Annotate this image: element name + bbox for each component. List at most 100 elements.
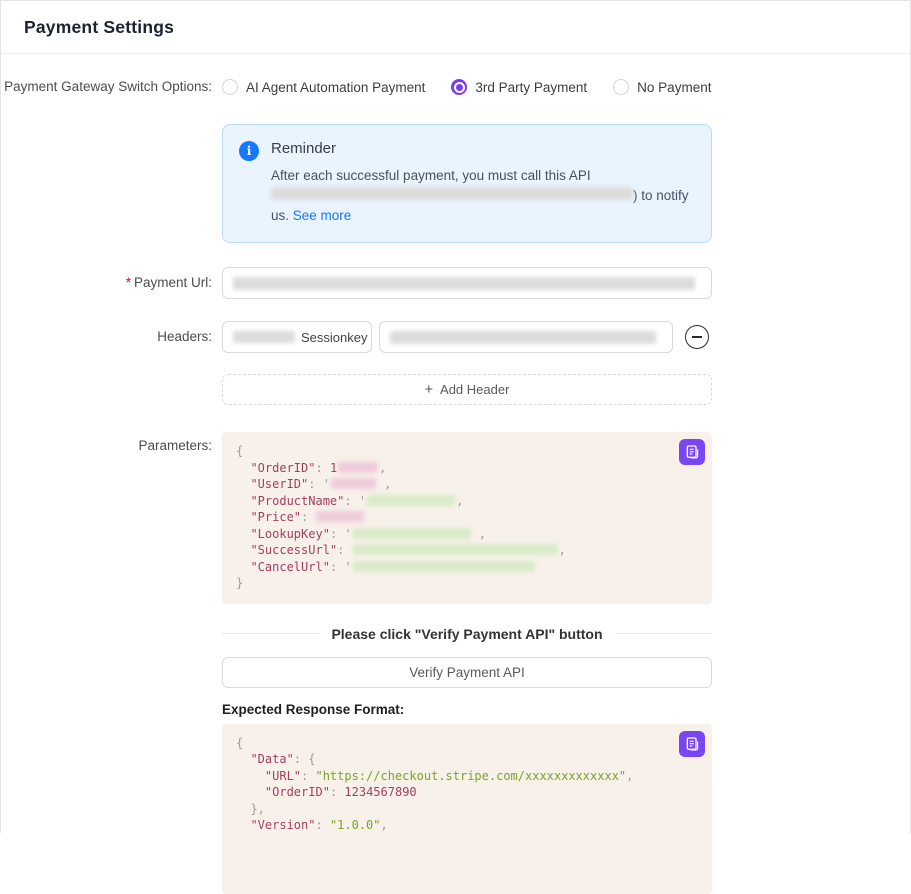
payment-settings-page: Payment Settings Payment Gateway Switch … xyxy=(0,0,911,833)
code-segment: , xyxy=(379,461,386,475)
code-segment: "https://checkout.stripe.com/xxxxxxxxxxx… xyxy=(315,769,626,783)
header-key-input[interactable]: Sessionkey xyxy=(222,321,372,353)
code-segment xyxy=(236,494,250,508)
redacted-api-url xyxy=(271,187,633,200)
code-segment xyxy=(236,818,250,832)
copy-parameters-button[interactable] xyxy=(679,439,705,465)
code-line: "UserID": ' , xyxy=(236,476,698,493)
code-segment: : xyxy=(315,461,329,475)
code-line: { xyxy=(236,735,698,752)
code-segment: "URL" xyxy=(265,769,301,783)
radio-option-1[interactable]: 3rd Party Payment xyxy=(451,79,587,95)
code-line: "CancelUrl": ' xyxy=(236,559,698,576)
code-line: "Data": { xyxy=(236,751,698,768)
code-segment xyxy=(236,527,250,541)
redacted-payment-url xyxy=(233,277,695,290)
gateway-switch-row: Payment Gateway Switch Options: AI Agent… xyxy=(1,78,910,96)
code-segment xyxy=(236,510,250,524)
code-segment: , xyxy=(456,494,463,508)
code-segment: { xyxy=(236,736,243,750)
code-line: "URL": "https://checkout.stripe.com/xxxx… xyxy=(236,768,698,785)
required-asterisk: * xyxy=(126,275,131,290)
plus-icon: + xyxy=(425,382,433,398)
headers-label: Headers: xyxy=(1,328,222,346)
code-segment: 1 xyxy=(330,461,337,475)
code-segment: "ProductName" xyxy=(250,494,344,508)
redacted-value xyxy=(353,528,471,539)
code-segment: : xyxy=(301,510,315,524)
redacted-value xyxy=(338,462,378,473)
redacted-value xyxy=(353,561,535,572)
radio-unselected-icon[interactable] xyxy=(613,79,629,95)
code-segment: : ' xyxy=(308,477,330,491)
code-segment xyxy=(236,477,250,491)
gateway-radio-group: AI Agent Automation Payment 3rd Party Pay… xyxy=(222,79,711,95)
code-segment: : xyxy=(301,769,315,783)
copy-icon xyxy=(684,444,700,460)
remove-header-button[interactable] xyxy=(685,325,709,349)
expected-response-code-block: { "Data": { "URL": "https://checkout.str… xyxy=(222,724,712,894)
divider-line-left xyxy=(222,633,319,634)
header-key-visible-text: Sessionkey xyxy=(301,330,367,345)
code-line: }, xyxy=(236,801,698,818)
reminder-line1: After each successful payment, you must … xyxy=(271,168,591,183)
code-segment: : xyxy=(330,785,344,799)
payment-url-label: *Payment Url: xyxy=(1,274,222,292)
verify-payment-api-button[interactable]: Verify Payment API xyxy=(222,657,712,688)
code-segment xyxy=(236,752,250,766)
add-header-button[interactable]: + Add Header xyxy=(222,374,712,405)
code-line: "ProductName": ', xyxy=(236,493,698,510)
payment-url-input[interactable] xyxy=(222,267,712,299)
header-value-input[interactable] xyxy=(379,321,673,353)
divider-line-right xyxy=(615,633,712,634)
code-segment: "LookupKey" xyxy=(250,527,329,541)
radio-unselected-icon[interactable] xyxy=(222,79,238,95)
code-segment: , xyxy=(559,543,566,557)
code-segment xyxy=(236,785,265,799)
radio-option-2[interactable]: No Payment xyxy=(613,79,711,95)
redacted-value xyxy=(331,478,376,489)
code-line: "Version": "1.0.0", xyxy=(236,817,698,834)
reminder-title: Reminder xyxy=(271,140,699,157)
radio-option-label: AI Agent Automation Payment xyxy=(246,80,425,95)
code-segment xyxy=(236,543,250,557)
redacted-header-key xyxy=(233,331,295,343)
code-segment: : xyxy=(315,818,329,832)
code-lines: { "Data": { "URL": "https://checkout.str… xyxy=(236,735,698,834)
code-segment: : { xyxy=(294,752,316,766)
code-segment: "Price" xyxy=(250,510,301,524)
redacted-value xyxy=(316,511,364,522)
reminder-body: After each successful payment, you must … xyxy=(271,166,699,226)
code-segment: : ' xyxy=(330,560,352,574)
parameters-label: Parameters: xyxy=(1,432,222,455)
code-segment: : ' xyxy=(330,527,352,541)
code-segment: "SuccessUrl" xyxy=(250,543,337,557)
reminder-alert: i Reminder After each successful payment… xyxy=(222,124,712,243)
payment-url-row: *Payment Url: xyxy=(1,267,910,299)
code-segment: "OrderID" xyxy=(265,785,330,799)
radio-option-label: No Payment xyxy=(637,80,711,95)
code-segment: "CancelUrl" xyxy=(250,560,329,574)
see-more-link[interactable]: See more xyxy=(293,208,352,223)
add-header-label: Add Header xyxy=(440,382,509,397)
code-segment: "Data" xyxy=(250,752,293,766)
code-line: } xyxy=(236,575,698,592)
radio-option-0[interactable]: AI Agent Automation Payment xyxy=(222,79,425,95)
code-segment xyxy=(236,461,250,475)
code-segment: : ' xyxy=(344,494,366,508)
code-line: "SuccessUrl": , xyxy=(236,542,698,559)
redacted-value xyxy=(353,544,558,555)
page-header: Payment Settings xyxy=(1,1,910,54)
copy-expected-response-button[interactable] xyxy=(679,731,705,757)
radio-selected-icon[interactable] xyxy=(451,79,467,95)
code-segment: }, xyxy=(236,802,265,816)
info-icon: i xyxy=(239,141,259,161)
code-segment: , xyxy=(377,477,391,491)
code-line: "LookupKey": ' , xyxy=(236,526,698,543)
gateway-switch-label: Payment Gateway Switch Options: xyxy=(1,78,222,96)
code-line: "OrderID": 1234567890 xyxy=(236,784,698,801)
code-segment: 1234567890 xyxy=(344,785,416,799)
code-lines: { "OrderID": 1, "UserID": ' , "ProductNa… xyxy=(236,443,698,592)
parameters-code-block: { "OrderID": 1, "UserID": ' , "ProductNa… xyxy=(222,432,712,604)
page-content: Payment Gateway Switch Options: AI Agent… xyxy=(1,54,910,894)
